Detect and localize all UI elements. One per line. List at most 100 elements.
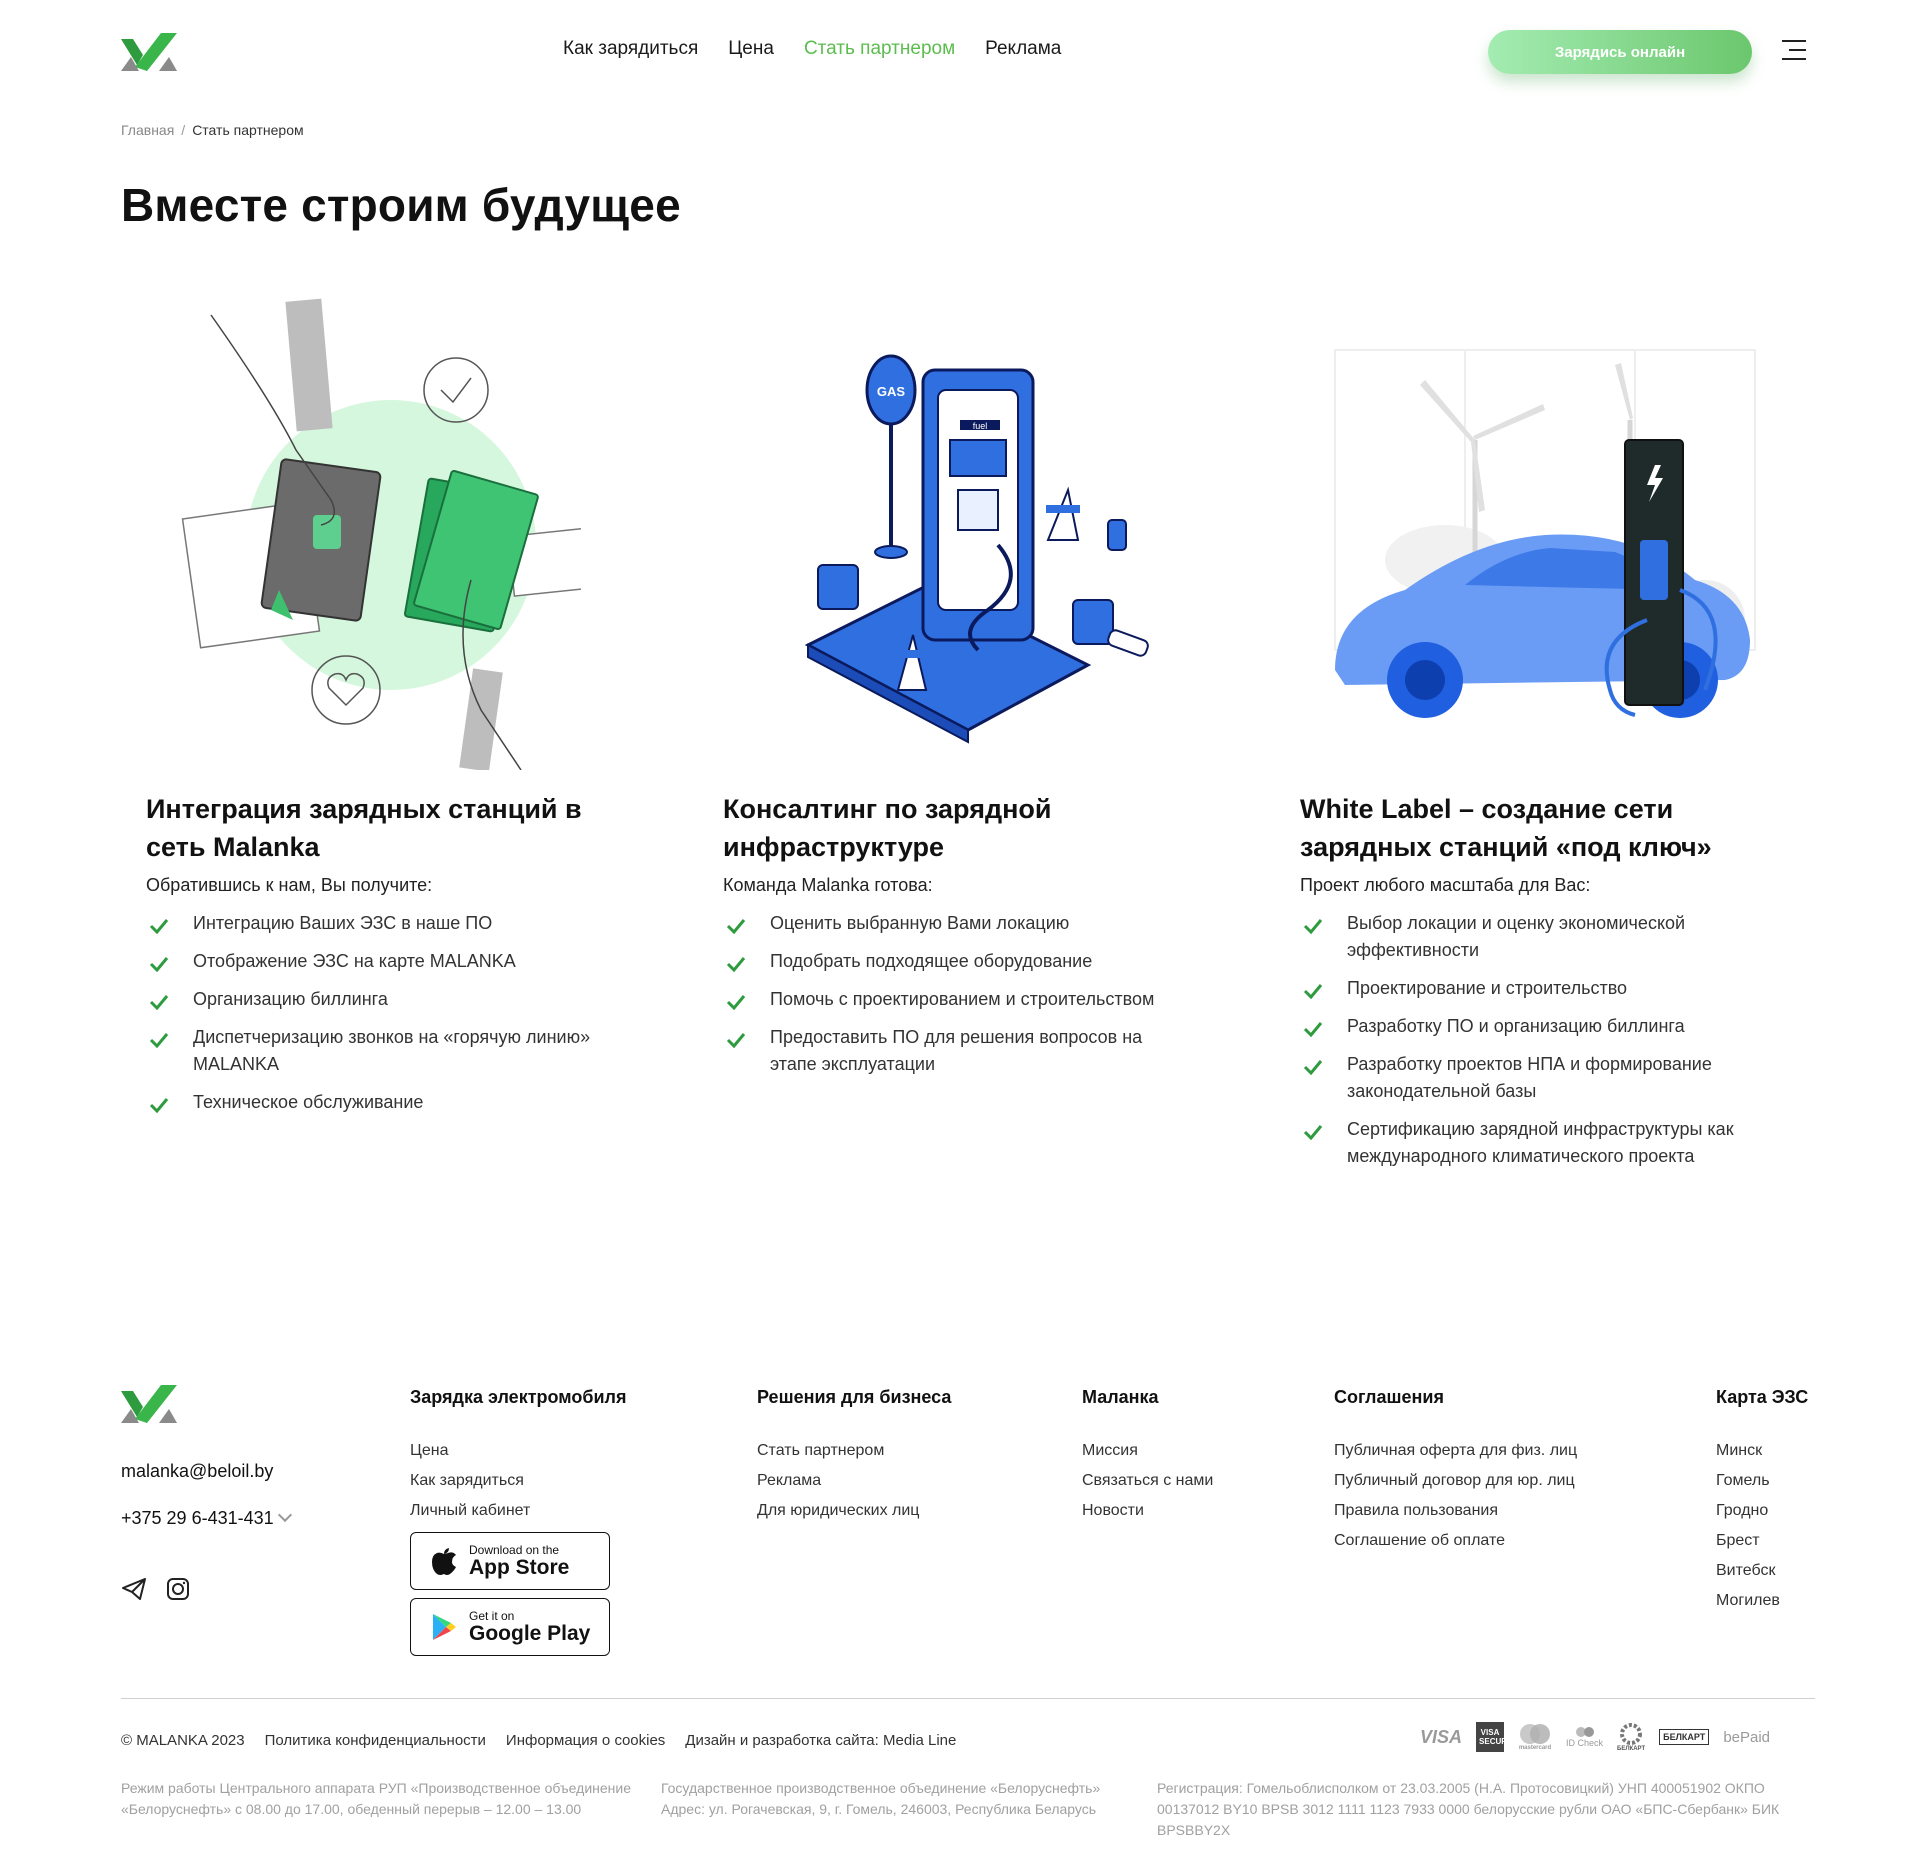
legal-registration: Регистрация: Гомельоблисполком от 23.03.… xyxy=(1157,1780,1780,1838)
footer-phone[interactable]: +375 29 6-431-431 xyxy=(121,1507,292,1529)
footer-bottom-bar: © MALANKA 2023 Политика конфиденциальнос… xyxy=(121,1732,956,1749)
list-item: Оценить выбранную Вами локацию xyxy=(723,910,1193,937)
footer-col-title: Карта ЭЗС xyxy=(1716,1387,1809,1407)
check-icon xyxy=(726,995,746,1010)
nav-how-to-charge[interactable]: Как зарядиться xyxy=(563,38,698,60)
footer-logo[interactable] xyxy=(121,1385,177,1423)
apple-icon xyxy=(432,1548,456,1575)
list-item-text: Оценить выбранную Вами локацию xyxy=(770,913,1070,933)
footer-link-city[interactable]: Минск xyxy=(1716,1442,1808,1460)
card-consulting: fuel GAS Консалтинг по зарядной инфрастр… xyxy=(698,290,1218,1089)
main-nav: Как зарядиться Цена Стать партнером Рекл… xyxy=(563,38,1061,60)
benefits-list: Выбор локации и оценку экономической эфф… xyxy=(1275,910,1795,1170)
chevron-down-icon[interactable] xyxy=(277,1507,292,1523)
list-item: Техническое обслуживание xyxy=(146,1089,616,1116)
malanka-logo[interactable] xyxy=(121,33,177,71)
footer-link-payment-agreement[interactable]: Соглашение об оплате xyxy=(1334,1532,1577,1550)
list-item: Помочь с проектированием и строительство… xyxy=(723,986,1193,1013)
list-item-text: Предоставить ПО для решения вопросов на … xyxy=(770,1027,1143,1074)
telegram-icon[interactable] xyxy=(121,1576,147,1602)
store-caption: Get it on xyxy=(469,1609,515,1623)
list-item: Диспетчеризацию звонков на «горячую лини… xyxy=(146,1024,616,1078)
footer-link-city[interactable]: Витебск xyxy=(1716,1562,1808,1580)
instagram-icon[interactable] xyxy=(165,1576,191,1602)
list-item: Отображение ЭЗС на карте MALANKA xyxy=(146,948,616,975)
privacy-policy-link[interactable]: Политика конфиденциальности xyxy=(265,1732,486,1749)
site-header: Как зарядиться Цена Стать партнером Рекл… xyxy=(0,0,1920,104)
footer-link-how-to-charge[interactable]: Как зарядиться xyxy=(410,1472,626,1490)
footer-link-news[interactable]: Новости xyxy=(1082,1502,1213,1520)
check-icon xyxy=(149,995,169,1010)
id-check-label: ID Check xyxy=(1566,1738,1604,1748)
id-check-logo: ID Check xyxy=(1566,1726,1603,1748)
check-icon xyxy=(1303,1125,1323,1140)
list-item: Подобрать подходящее оборудование xyxy=(723,948,1193,975)
check-icon xyxy=(1303,919,1323,934)
menu-icon[interactable] xyxy=(1782,40,1806,64)
breadcrumb-current: Стать партнером xyxy=(192,122,304,138)
payment-hands-illustration xyxy=(121,290,635,772)
footer-link-partner[interactable]: Стать партнером xyxy=(757,1442,951,1460)
footer-email[interactable]: malanka@beloil.by xyxy=(121,1461,273,1482)
nav-become-partner[interactable]: Стать партнером xyxy=(804,38,955,60)
list-item: Интеграцию Ваших ЭЗС в наше ПО xyxy=(146,910,616,937)
footer-link-contract[interactable]: Публичный договор для юр. лиц xyxy=(1334,1472,1577,1490)
nav-advertising[interactable]: Реклама xyxy=(985,38,1061,60)
app-store-button[interactable]: Download on the App Store xyxy=(410,1532,610,1590)
store-name: App Store xyxy=(469,1556,570,1579)
check-icon xyxy=(1303,984,1323,999)
footer-link-city[interactable]: Могилев xyxy=(1716,1592,1808,1610)
list-item-text: Выбор локации и оценку экономической эфф… xyxy=(1347,913,1686,960)
visa-secure-logo: VISA SECURE xyxy=(1476,1722,1512,1752)
footer-col-title: Маланка xyxy=(1082,1387,1159,1407)
footer-link-legal-entities[interactable]: Для юридических лиц xyxy=(757,1502,951,1520)
footer-link-city[interactable]: Гродно xyxy=(1716,1502,1808,1520)
belkart-label: БЕЛКАРТ xyxy=(1617,1746,1646,1752)
check-icon xyxy=(1303,1022,1323,1037)
social-links xyxy=(121,1576,191,1602)
visa-logo: VISA xyxy=(1420,1726,1463,1747)
phone-number: +375 29 6-431-431 xyxy=(121,1508,274,1528)
card-white-label: White Label – создание сети зарядных ста… xyxy=(1275,290,1795,1181)
list-item-text: Разработку ПО и организацию биллинга xyxy=(1347,1016,1685,1036)
mastercard-label: mastercard xyxy=(1518,1745,1552,1751)
nav-price[interactable]: Цена xyxy=(728,38,774,60)
footer-col-title: Решения для бизнеса xyxy=(757,1387,952,1407)
page-title: Вместе строим будущее xyxy=(121,179,681,231)
cookies-link[interactable]: Информация о cookies xyxy=(506,1732,665,1749)
charge-online-button[interactable]: Зарядись онлайн xyxy=(1488,30,1752,74)
list-item: Предоставить ПО для решения вопросов на … xyxy=(723,1024,1193,1078)
footer-link-advertising[interactable]: Реклама xyxy=(757,1472,951,1490)
footer-link-city[interactable]: Гомель xyxy=(1716,1472,1808,1490)
footer-col-malanka: Маланка Миссия Связаться с нами Новости xyxy=(1082,1387,1213,1532)
footer-link-offer[interactable]: Публичная оферта для физ. лиц xyxy=(1334,1442,1577,1460)
footer-link-price[interactable]: Цена xyxy=(410,1442,626,1460)
card-lead: Обратившись к нам, Вы получите: xyxy=(146,875,433,895)
footer-col-agreements: Соглашения Публичная оферта для физ. лиц… xyxy=(1334,1387,1577,1562)
list-item-text: Техническое обслуживание xyxy=(193,1092,424,1112)
fuel-label: fuel xyxy=(973,421,988,431)
footer-divider xyxy=(121,1698,1815,1699)
footer-link-city[interactable]: Брест xyxy=(1716,1532,1808,1550)
google-play-button[interactable]: Get it on Google Play xyxy=(410,1598,610,1656)
belkart-internet-logo: БЕЛКАРТ xyxy=(1659,1729,1710,1745)
footer-link-rules[interactable]: Правила пользования xyxy=(1334,1502,1577,1520)
footer-link-account[interactable]: Личный кабинет xyxy=(410,1502,626,1520)
breadcrumb-home[interactable]: Главная xyxy=(121,122,174,138)
card-title: Консалтинг по зарядной инфраструктуре xyxy=(723,794,1052,862)
developer-link[interactable]: Дизайн и разработка сайта: Media Line xyxy=(685,1732,956,1749)
list-item-text: Отображение ЭЗС на карте MALANKA xyxy=(193,951,516,971)
footer-link-contact[interactable]: Связаться с нами xyxy=(1082,1472,1213,1490)
check-icon xyxy=(726,957,746,972)
bepaid-logo: bePaid xyxy=(1723,1728,1771,1746)
list-item-text: Помочь с проектированием и строительство… xyxy=(770,989,1155,1009)
list-item-text: Организацию биллинга xyxy=(193,989,388,1009)
footer-col-business: Решения для бизнеса Стать партнером Рекл… xyxy=(757,1387,951,1532)
card-title: White Label – создание сети зарядных ста… xyxy=(1300,794,1712,862)
check-icon xyxy=(149,1033,169,1048)
footer-link-mission[interactable]: Миссия xyxy=(1082,1442,1213,1460)
footer-col-title: Зарядка электромобиля xyxy=(410,1387,627,1407)
mastercard-logo: mastercard xyxy=(1518,1723,1552,1751)
card-title: Интеграция зарядных станций в сеть Malan… xyxy=(146,794,582,862)
benefits-list: Оценить выбранную Вами локацию Подобрать… xyxy=(698,910,1218,1078)
